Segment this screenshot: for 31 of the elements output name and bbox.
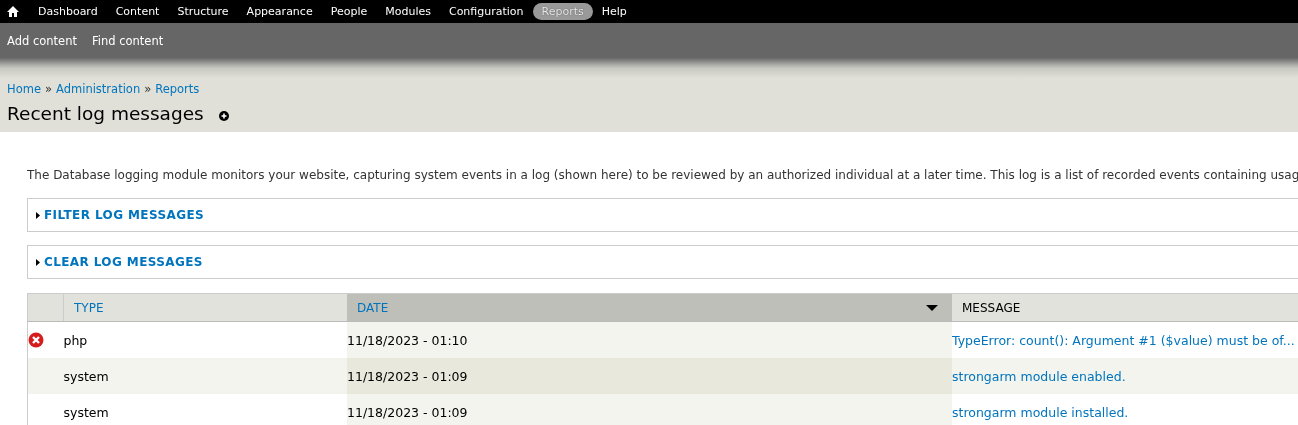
toolbar-menu-item[interactable]: Help bbox=[592, 3, 636, 20]
column-sort-link[interactable]: DATE bbox=[357, 300, 389, 315]
table-cell: system bbox=[63, 368, 109, 384]
breadcrumb-separator: » bbox=[144, 82, 152, 96]
breadcrumb-link[interactable]: Reports bbox=[155, 82, 200, 96]
table-cell: 11/18/2023 - 01:09 bbox=[347, 404, 468, 420]
table-cell: php bbox=[63, 332, 88, 348]
fieldset-toggle[interactable]: CLEAR LOG MESSAGES bbox=[28, 255, 203, 269]
toolbar-menu-item[interactable]: Content bbox=[106, 3, 169, 20]
breadcrumb-link[interactable]: Home bbox=[7, 82, 41, 96]
log-message-link[interactable]: strongarm module installed. bbox=[952, 404, 1129, 420]
shortcut-link[interactable]: Find content bbox=[91, 33, 164, 48]
log-message-link[interactable]: TypeError: count(): Argument #1 ($value) must be of... bbox=[952, 332, 1295, 348]
toolbar-menu-item[interactable]: People bbox=[321, 3, 377, 20]
table-cell: system bbox=[63, 404, 109, 420]
toolbar-menu-item[interactable]: Dashboard bbox=[29, 3, 107, 20]
fieldset-toggle[interactable]: FILTER LOG MESSAGES bbox=[28, 208, 205, 222]
description-text: The Database logging module monitors your website, capturing system events in a log (shown here) to be reviewed by an authorized individual at a later time. This log is a list of recorded events containing usag bbox=[27, 167, 1298, 183]
add-shortcut-icon[interactable] bbox=[218, 111, 229, 121]
breadcrumb-link[interactable]: Administration bbox=[56, 82, 141, 96]
shortcut-link[interactable]: Add content bbox=[7, 33, 77, 48]
breadcrumb-separator: » bbox=[44, 82, 52, 96]
column-header: MESSAGE bbox=[962, 300, 1021, 315]
toolbar-menu-item[interactable]: Configuration bbox=[439, 3, 533, 20]
table-cell: 11/18/2023 - 01:09 bbox=[347, 368, 468, 384]
toolbar-menu-item[interactable]: Appearance bbox=[237, 3, 322, 20]
toolbar-menu-item[interactable]: Structure bbox=[168, 3, 238, 20]
table-cell: 11/18/2023 - 01:10 bbox=[347, 332, 468, 348]
page-title: Recent log messages bbox=[7, 103, 204, 124]
column-sort-link[interactable]: TYPE bbox=[74, 300, 104, 315]
toolbar-menu-item[interactable]: Modules bbox=[376, 3, 440, 20]
